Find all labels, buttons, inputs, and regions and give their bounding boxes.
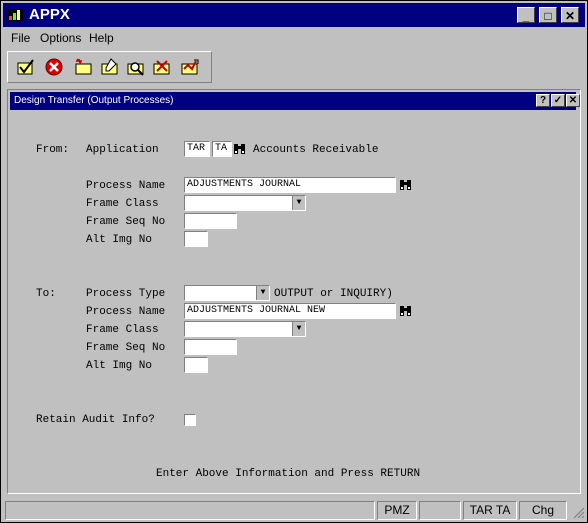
appx-logo-icon [7, 9, 23, 21]
application-lookup-binoculars-icon[interactable] [232, 141, 248, 157]
close-window-button[interactable]: ✕ [561, 7, 579, 23]
to-alt-img-label: Alt Img No [86, 360, 153, 372]
to-frame-seq-field[interactable] [184, 339, 237, 355]
window-title-bar[interactable]: APPX _ □ ✕ [3, 3, 585, 27]
chevron-down-icon[interactable]: ▼ [292, 196, 305, 210]
application-code-field[interactable]: TAR [184, 141, 210, 157]
from-process-name-field[interactable]: ADJUSTMENTS JOURNAL [184, 177, 396, 193]
inquire-record-icon[interactable] [126, 57, 146, 77]
scan-record-icon[interactable] [180, 57, 200, 77]
cancel-icon[interactable] [44, 57, 64, 77]
application-version-field[interactable]: TA [212, 141, 232, 157]
to-frame-seq-label: Frame Seq No [86, 342, 166, 354]
minimize-button[interactable]: _ [517, 7, 535, 23]
from-alt-img-field[interactable] [184, 231, 208, 247]
status-mode-cell: Chg [519, 501, 567, 520]
close-child-button[interactable]: ✕ [566, 94, 580, 107]
delete-record-icon[interactable] [152, 57, 172, 77]
retain-audit-label: Retain Audit Info? [36, 414, 155, 426]
application-label: Application [86, 144, 159, 156]
to-process-lookup-binoculars-icon[interactable] [398, 303, 414, 319]
menu-options[interactable]: Options [40, 31, 81, 45]
design-transfer-window: Design Transfer (Output Processes) ? ✓ ✕… [7, 89, 581, 494]
toolbar [7, 51, 212, 83]
to-process-name-field[interactable]: ADJUSTMENTS JOURNAL NEW [184, 303, 396, 319]
status-empty-cell [419, 501, 461, 520]
menu-file[interactable]: File [11, 31, 30, 45]
from-alt-img-label: Alt Img No [86, 234, 153, 246]
ok-button[interactable]: ✓ [551, 94, 565, 107]
application-name: Accounts Receivable [253, 144, 379, 156]
from-label: From: [36, 144, 70, 156]
process-type-label: Process Type [86, 288, 166, 300]
from-frame-class-label: Frame Class [86, 198, 159, 210]
maximize-button[interactable]: □ [539, 7, 557, 23]
help-button[interactable]: ? [536, 94, 550, 107]
to-process-name-label: Process Name [86, 306, 166, 318]
retain-audit-checkbox[interactable] [184, 414, 196, 426]
resize-grip-icon[interactable] [571, 505, 585, 519]
from-process-name-label: Process Name [86, 180, 166, 192]
change-record-icon[interactable] [100, 57, 120, 77]
add-record-icon[interactable] [74, 57, 94, 77]
from-frame-seq-label: Frame Seq No [86, 216, 166, 228]
process-type-select[interactable]: OUTPUT ▼ [184, 285, 270, 301]
to-frame-class-select[interactable]: ▼ [184, 321, 306, 337]
to-frame-class-label: Frame Class [86, 324, 159, 336]
status-message-cell [5, 501, 375, 520]
to-alt-img-field[interactable] [184, 357, 208, 373]
menu-help[interactable]: Help [89, 31, 114, 45]
chevron-down-icon[interactable]: ▼ [256, 286, 269, 300]
process-type-hint: OUTPUT or INQUIRY) [274, 288, 393, 300]
child-title-bar[interactable]: Design Transfer (Output Processes) ? ✓ ✕ [10, 92, 580, 110]
window-title: APPX [29, 6, 70, 23]
menu-bar: File Options Help [3, 28, 585, 48]
from-frame-class-select[interactable]: ▼ [184, 195, 306, 211]
from-frame-seq-field[interactable] [184, 213, 237, 229]
status-application-cell: TAR TA [463, 501, 517, 520]
ok-check-icon[interactable] [16, 57, 36, 77]
chevron-down-icon[interactable]: ▼ [292, 322, 305, 336]
to-label: To: [36, 288, 56, 300]
status-pmz-cell: PMZ [377, 501, 417, 520]
app-window: APPX _ □ ✕ File Options Help Design Tran… [0, 0, 588, 523]
process-lookup-binoculars-icon[interactable] [398, 177, 414, 193]
instruction-text: Enter Above Information and Press RETURN [156, 468, 421, 480]
child-window-title: Design Transfer (Output Processes) [14, 95, 174, 106]
